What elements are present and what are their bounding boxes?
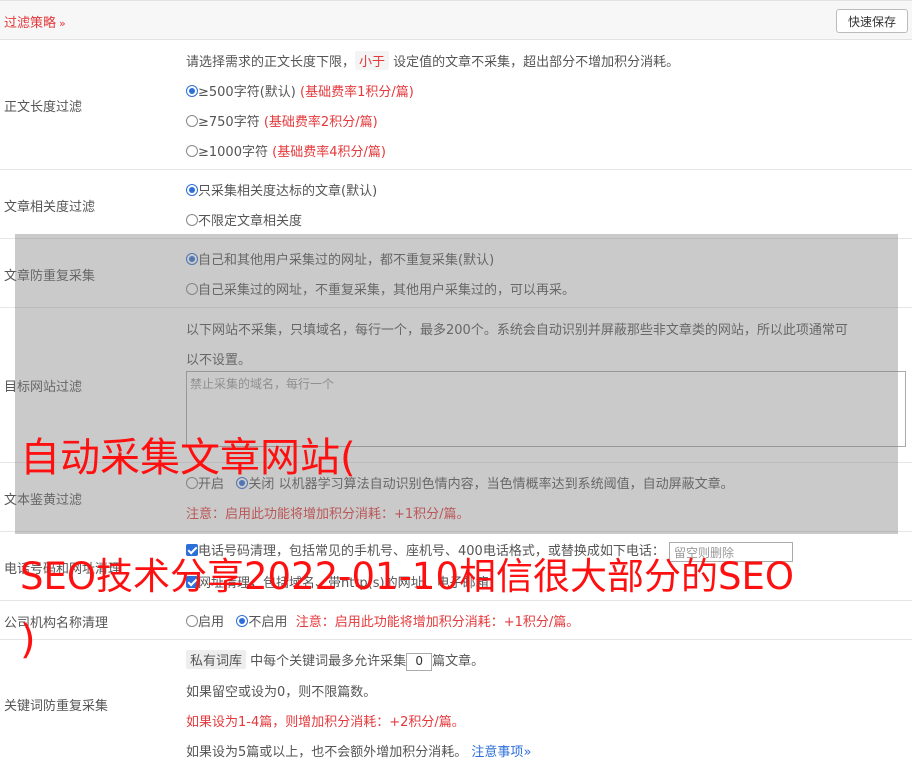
radio-button[interactable] — [236, 615, 249, 627]
keyword-note-2: 如果设为1-4篇，则增加积分消耗：+2积分/篇。 — [186, 715, 465, 730]
keyword-limit-input[interactable]: 0 — [406, 652, 433, 671]
chevron-down-icon: » — [523, 745, 532, 760]
chevron-down-icon: » — [59, 17, 66, 30]
length-filter-row: 正文长度过滤 请选择需求的正文长度下限， 小于 设定值的文章不采集，超出部分不增加… — [0, 40, 912, 170]
row-label: 文章相关度过滤 — [4, 200, 96, 215]
company-option-off[interactable]: 不启用 — [236, 615, 287, 630]
company-option-on[interactable]: 启用 — [186, 615, 224, 630]
company-filter-options: 启用 不启用 注意：启用此功能将增加积分消耗：+1积分/篇。 — [186, 611, 579, 630]
keyword-filter-row: 关键词防重复采集 私有词库 中每个关键词最多允许采集 0 篇文章。 如果留空或设为0… — [0, 640, 912, 768]
image-overlay — [15, 234, 898, 534]
keyword-note-3: 如果设为5篇或以上，也不会额外增加积分消耗。 注意事项» — [186, 745, 532, 760]
length-option-750[interactable]: ≥750字符 (基础费率2积分/篇) — [186, 111, 378, 130]
keyword-limit-line: 私有词库 中每个关键词最多允许采集 0 篇文章。 — [186, 650, 484, 671]
private-lexicon-link[interactable]: 私有词库 — [186, 650, 247, 669]
company-filter-row: 公司机构名称清理 启用 不启用 注意：启用此功能将增加积分消耗：+1积分/篇。 — [0, 601, 912, 640]
relevance-option-none[interactable]: 不限定文章相关度 — [186, 210, 302, 229]
radio-button[interactable] — [186, 85, 198, 97]
radio-button[interactable] — [186, 145, 198, 157]
keyword-note-1: 如果留空或设为0，则不限篇数。 — [186, 685, 377, 700]
notes-link[interactable]: 注意事项» — [471, 745, 531, 760]
relevance-filter-row: 文章相关度过滤 只采集相关度达标的文章(默认) 不限定文章相关度 — [0, 170, 912, 239]
filter-strategy-header: 过滤策略» 快速保存 — [0, 0, 912, 40]
overlay-title-line2: SEO技术分享2022-01-10相信很大部分的SEO — [20, 555, 795, 598]
row-label: 正文长度过滤 — [4, 100, 83, 115]
radio-button[interactable] — [186, 115, 198, 127]
radio-button[interactable] — [186, 214, 198, 226]
length-option-500[interactable]: ≥500字符(默认) (基础费率1积分/篇) — [186, 81, 414, 100]
less-than-tag: 小于 — [355, 51, 390, 70]
overlay-title-line3: ) — [20, 617, 36, 663]
quick-save-button[interactable]: 快速保存 — [836, 9, 908, 33]
relevance-option-strict[interactable]: 只采集相关度达标的文章(默认) — [186, 180, 377, 199]
row-label: 关键词防重复采集 — [4, 699, 109, 714]
radio-button[interactable] — [186, 184, 198, 196]
section-title[interactable]: 过滤策略» — [4, 12, 66, 31]
length-filter-desc: 请选择需求的正文长度下限， 小于 设定值的文章不采集，超出部分不增加积分消耗。 — [186, 51, 679, 70]
overlay-title-line1: 自动采集文章网站( — [20, 435, 356, 481]
length-option-1000[interactable]: ≥1000字符 (基础费率4积分/篇) — [186, 141, 386, 160]
radio-button[interactable] — [186, 615, 198, 627]
